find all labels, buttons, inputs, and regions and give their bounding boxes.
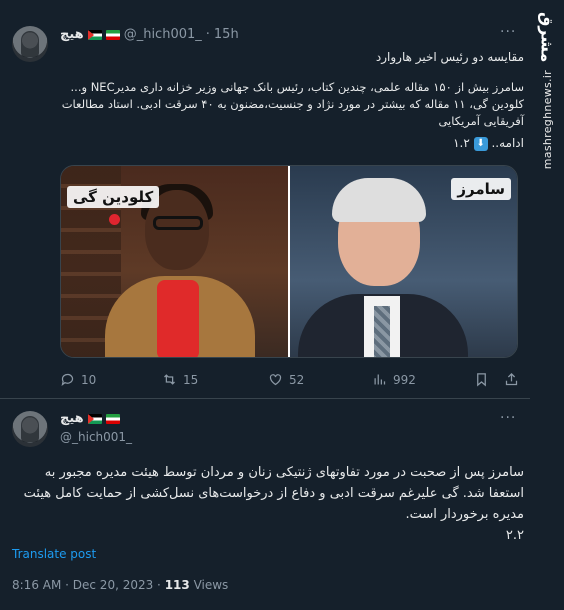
watermark: مشرق mashreghnews.ir — [530, 0, 564, 610]
image-right-panel: سامرز — [288, 166, 517, 357]
display-name[interactable]: هیچ — [60, 411, 84, 426]
views-count: 992 — [393, 372, 416, 387]
avatar[interactable] — [12, 411, 48, 447]
person-hair — [332, 178, 426, 222]
views-count: 113 — [164, 578, 190, 592]
tweet-meta: 8:16 AM · Dec 20, 2023 · 113 Views — [12, 578, 228, 592]
retweet-count: 15 — [183, 372, 199, 387]
views-label: Views — [189, 578, 229, 592]
bookmark-icon — [477, 373, 486, 387]
watermark-text: mashreghnews.ir — [540, 70, 554, 170]
share-button[interactable] — [504, 372, 519, 387]
separator-dot: · — [205, 27, 210, 42]
tweet-1: هیچ @_hich001_ · 15h ··· مقایسه دو رئیس … — [0, 0, 530, 400]
action-bar: 10 15 52 992 — [60, 372, 524, 390]
red-dot-marker — [109, 214, 120, 225]
thread-index: ۱.۲ — [453, 136, 470, 150]
tweet-image[interactable]: کلودین گی سامرز — [60, 165, 518, 358]
thread-index: ۲.۲ — [505, 528, 524, 543]
views-icon — [374, 374, 386, 385]
continue-line: ادامه.. ⬇ ۱.۲ — [60, 134, 524, 152]
like-button[interactable]: 52 — [268, 372, 304, 387]
like-icon — [269, 374, 282, 386]
more-options-icon[interactable]: ··· — [500, 410, 516, 426]
avatar[interactable] — [12, 26, 48, 62]
share-icon — [505, 372, 518, 386]
watermark-logo: مشرق — [537, 12, 557, 63]
handle[interactable]: @_hich001_ — [124, 27, 202, 42]
tweet-header: هیچ — [60, 411, 120, 426]
timestamp[interactable]: 8:16 AM · Dec 20, 2023 · — [12, 578, 165, 592]
body-text: سامرز پس از صحبت در مورد تفاوتهای ژنتیکی… — [23, 465, 524, 522]
views-button[interactable]: 992 — [372, 372, 416, 387]
retweet-button[interactable]: 15 — [162, 372, 198, 387]
image-left-panel: کلودین گی — [61, 166, 288, 357]
reply-count: 10 — [81, 372, 97, 387]
image-label-left: کلودین گی — [67, 186, 160, 208]
glasses — [153, 216, 203, 230]
body-line-1: سامرز بیش از ۱۵۰ مقاله علمی، چندین کتاب،… — [70, 80, 524, 94]
like-count: 52 — [289, 372, 305, 387]
image-label-right: سامرز — [451, 178, 511, 200]
reply-button[interactable]: 10 — [60, 372, 96, 387]
tweet-body: سامرز پس از صحبت در مورد تفاوتهای ژنتیکی… — [12, 462, 524, 546]
palestine-flag-icon — [87, 29, 102, 40]
down-arrow-icon: ⬇ — [473, 136, 488, 151]
palestine-flag-icon — [87, 413, 102, 424]
person-tie — [374, 306, 390, 357]
timestamp[interactable]: 15h — [214, 27, 239, 42]
handle[interactable]: @_hich001_ — [60, 430, 132, 444]
tweet-header: هیچ @_hich001_ · 15h — [60, 27, 239, 42]
retweet-icon — [164, 374, 175, 385]
display-name[interactable]: هیچ — [60, 27, 84, 42]
reply-icon — [61, 373, 74, 386]
person-shirt — [157, 280, 199, 357]
body-line-2: کلودین گی، ۱۱ مقاله که بیشتر در مورد نژا… — [61, 97, 524, 128]
iran-flag-icon — [105, 413, 120, 424]
tweet-title: مقایسه دو رئیس اخیر هاروارد — [375, 50, 524, 64]
translate-link[interactable]: Translate post — [12, 547, 96, 561]
divider — [0, 398, 530, 399]
more-text: ادامه.. — [491, 136, 524, 150]
bookmark-button[interactable] — [474, 372, 489, 387]
more-options-icon[interactable]: ··· — [500, 24, 516, 40]
iran-flag-icon — [105, 29, 120, 40]
tweet-body: سامرز بیش از ۱۵۰ مقاله علمی، چندین کتاب،… — [60, 79, 524, 130]
